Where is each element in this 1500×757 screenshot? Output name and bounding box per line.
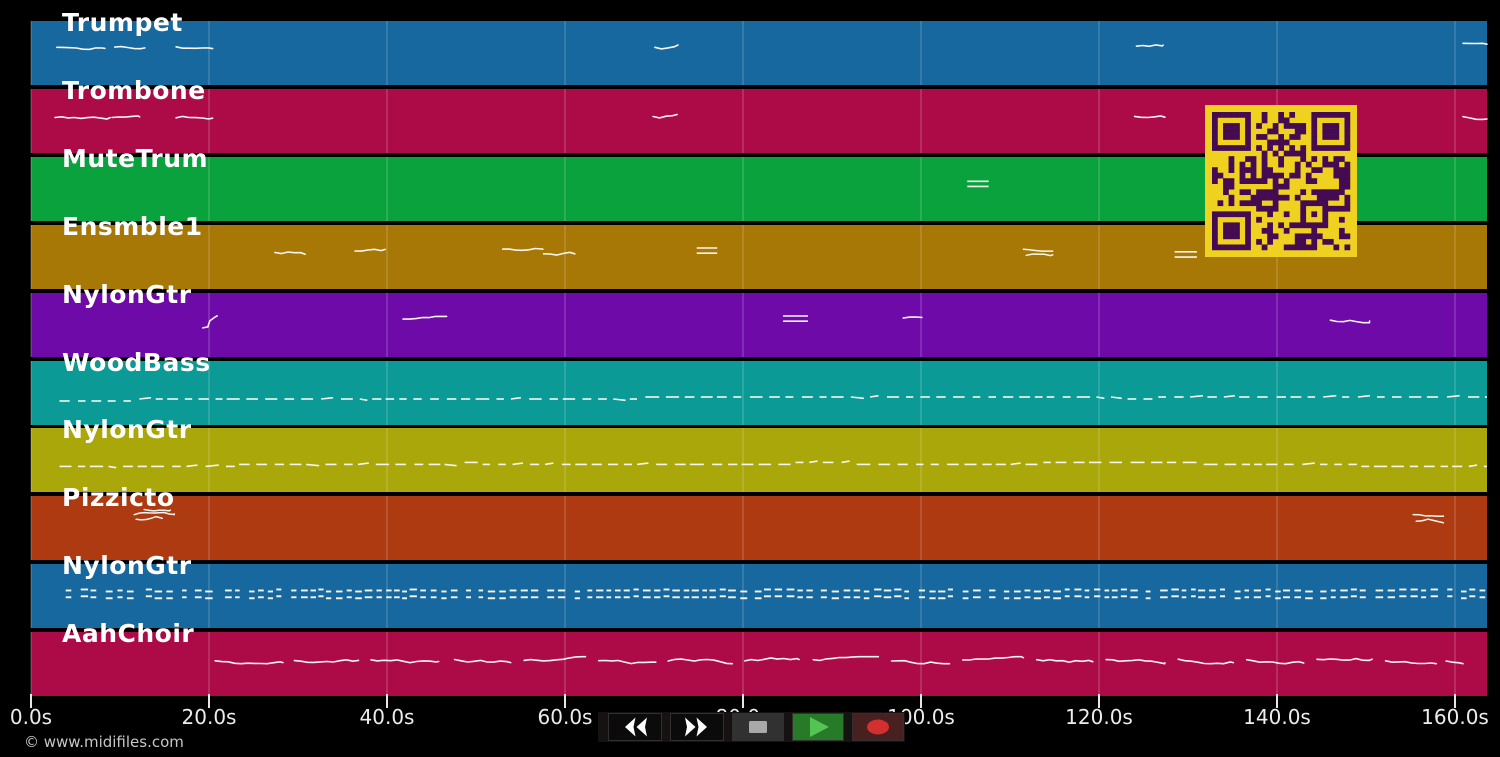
axis-tick-label: 160.0s xyxy=(1421,705,1489,729)
axis-tick-label: 0.0s xyxy=(9,705,53,729)
qr-code-icon xyxy=(1205,105,1357,257)
track-label-mutetrum: MuteTrum xyxy=(62,144,209,173)
stop-button[interactable] xyxy=(732,713,784,741)
record-button[interactable] xyxy=(852,713,904,741)
fast-forward-button[interactable] xyxy=(670,713,724,741)
track-band-trumpet xyxy=(31,21,1487,85)
track-band-pizzicto xyxy=(31,496,1487,560)
record-icon xyxy=(867,719,889,735)
rewind-button[interactable] xyxy=(608,713,662,741)
track-label-trumpet: Trumpet xyxy=(62,8,183,37)
stop-icon xyxy=(749,721,767,733)
track-label-nylongtr: NylonGtr xyxy=(62,551,192,580)
track-label-ensmble1: Ensmble1 xyxy=(62,212,203,241)
track-band-nylongtr xyxy=(31,428,1487,492)
track-band-aahchoir xyxy=(31,632,1487,696)
axis-tick-label: 40.0s xyxy=(359,705,415,729)
transport-bar xyxy=(598,712,905,742)
track-band-nylongtr xyxy=(31,564,1487,628)
axis-tick-label: 20.0s xyxy=(181,705,237,729)
track-band-nylongtr xyxy=(31,293,1487,357)
axis-tick-label: 140.0s xyxy=(1243,705,1311,729)
play-button[interactable] xyxy=(792,713,844,741)
track-label-aahchoir: AahChoir xyxy=(62,619,195,648)
track-label-nylongtr: NylonGtr xyxy=(62,280,192,309)
track-label-woodbass: WoodBass xyxy=(62,348,211,377)
axis-tick-label: 120.0s xyxy=(1065,705,1133,729)
play-icon xyxy=(810,717,829,737)
rewind-icon xyxy=(625,717,647,737)
track-band-woodbass xyxy=(31,361,1487,425)
track-label-nylongtr: NylonGtr xyxy=(62,415,192,444)
axis-tick-label: 60.0s xyxy=(537,705,593,729)
copyright-text: © www.midifiles.com xyxy=(24,733,184,751)
fast-forward-icon xyxy=(685,717,707,737)
midi-player-app: Trumpet Trombone MuteTrum Ensmble1 NylonGtr W… xyxy=(0,0,1500,757)
track-label-trombone: Trombone xyxy=(62,76,206,105)
track-label-pizzicto: Pizzicto xyxy=(62,483,175,512)
